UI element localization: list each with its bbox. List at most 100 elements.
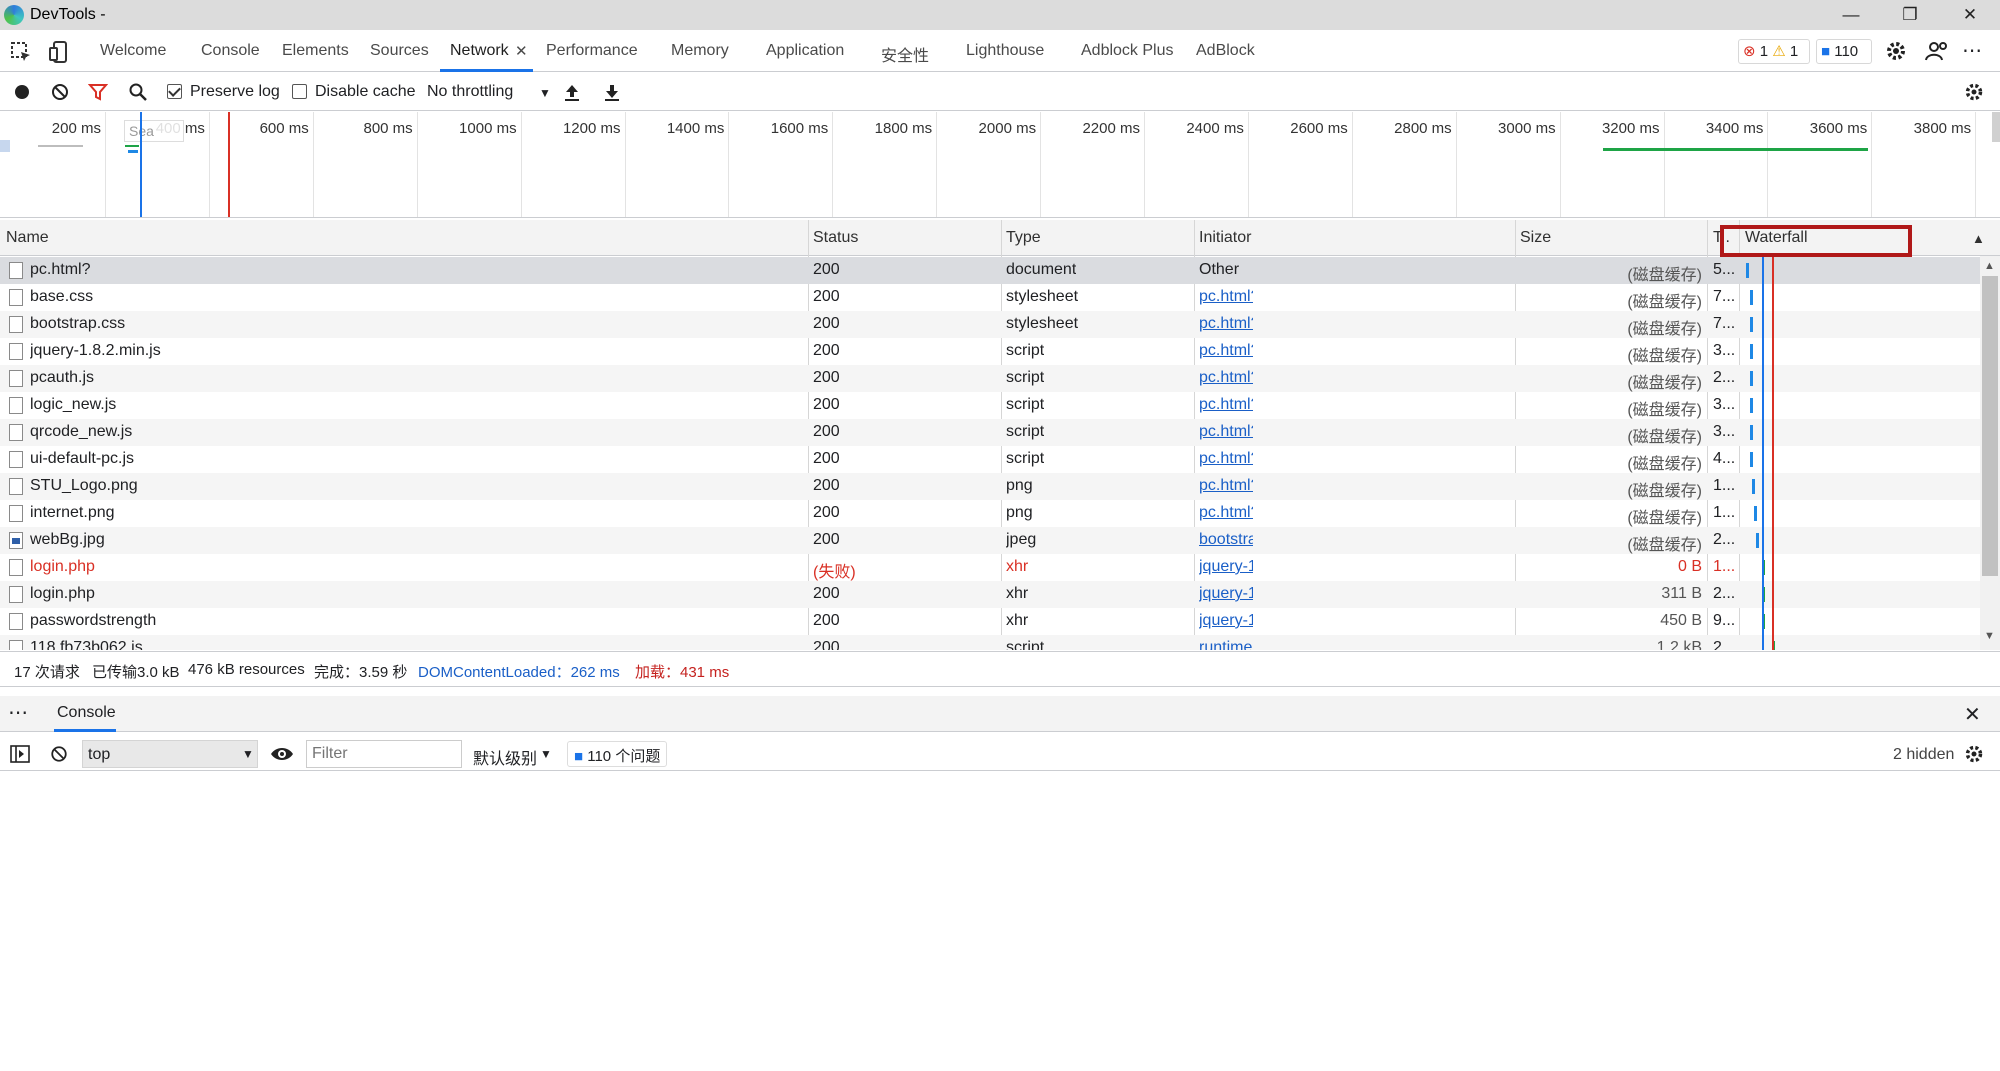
- waterfall-bar: [1754, 506, 1757, 521]
- device-emulation-icon[interactable]: [48, 40, 70, 64]
- table-row[interactable]: login.php 200 xhr jquery-1 311 B 2...: [0, 581, 1980, 608]
- tab-adblock[interactable]: AdBlock: [1196, 42, 1255, 60]
- console-issues-button[interactable]: ■ 110 个问题: [567, 741, 668, 767]
- request-time: 1...: [1713, 558, 1736, 575]
- error-count: 1: [1759, 43, 1769, 60]
- scroll-down-icon[interactable]: ▼: [1984, 630, 1995, 642]
- request-initiator[interactable]: pc.html?: [1199, 450, 1253, 468]
- restore-button[interactable]: ❐: [1885, 2, 1935, 28]
- drawer-close-icon[interactable]: ✕: [1964, 702, 1981, 727]
- clear-console-icon[interactable]: [50, 745, 68, 763]
- disable-cache-checkbox[interactable]: [292, 84, 307, 99]
- tab-network-close-icon[interactable]: ✕: [515, 42, 528, 60]
- table-row[interactable]: ui-default-pc.js 200 script pc.html? (磁盘缓存) 4…: [0, 446, 1980, 473]
- request-initiator[interactable]: pc.html?: [1199, 423, 1253, 441]
- tab-elements[interactable]: Elements: [282, 42, 349, 60]
- request-initiator[interactable]: pc.html?: [1199, 315, 1253, 333]
- preserve-log-checkbox[interactable]: [167, 84, 182, 99]
- console-output-area[interactable]: [0, 772, 2000, 1071]
- minimize-button[interactable]: —: [1826, 2, 1876, 28]
- column-header-size[interactable]: Size: [1520, 229, 1551, 247]
- throttling-dropdown-icon[interactable]: ▼: [539, 86, 551, 100]
- column-header-status[interactable]: Status: [813, 229, 858, 247]
- drawer-more-icon[interactable]: ⋯: [8, 700, 28, 725]
- live-expression-eye-icon[interactable]: [270, 745, 294, 763]
- request-initiator[interactable]: pc.html?: [1199, 396, 1253, 414]
- table-row[interactable]: 118.fb73b062.js 200 script runtime.61820007…: [0, 635, 1980, 650]
- tab-adblock-plus[interactable]: Adblock Plus: [1081, 42, 1174, 60]
- console-settings-gear-icon[interactable]: [1964, 744, 1984, 764]
- clear-icon[interactable]: [50, 82, 70, 102]
- table-row[interactable]: webBg.jpg 200 jpeg bootstra (磁盘缓存) 2...: [0, 527, 1980, 554]
- request-initiator[interactable]: bootstra: [1199, 531, 1253, 549]
- more-options-icon[interactable]: ⋯: [1962, 38, 1983, 63]
- request-initiator[interactable]: runtime.61820007.js:1: [1199, 639, 1253, 650]
- close-window-button[interactable]: ✕: [1945, 2, 1995, 28]
- table-scrollbar-thumb[interactable]: [1982, 276, 1998, 576]
- log-level-select[interactable]: 默认级别: [473, 745, 537, 769]
- export-har-icon[interactable]: [602, 82, 622, 102]
- overview-request-bar: [128, 150, 138, 153]
- tab-lighthouse[interactable]: Lighthouse: [966, 42, 1044, 60]
- inspect-element-icon[interactable]: [10, 41, 32, 63]
- tab-memory[interactable]: Memory: [671, 42, 729, 60]
- request-initiator[interactable]: jquery-1: [1199, 558, 1253, 576]
- table-row[interactable]: base.css 200 stylesheet pc.html? (磁盘缓存) 7...: [0, 284, 1980, 311]
- network-settings-gear-icon[interactable]: [1964, 82, 1984, 102]
- console-filter-input[interactable]: [306, 740, 462, 768]
- request-initiator[interactable]: jquery-1: [1199, 612, 1253, 630]
- filter-icon[interactable]: [88, 82, 108, 102]
- request-size: (磁盘缓存): [1627, 537, 1702, 554]
- overview-scrollbar[interactable]: [1992, 112, 2000, 142]
- tab-console[interactable]: Console: [201, 42, 260, 60]
- throttling-select[interactable]: No throttling: [427, 83, 513, 101]
- tab-network[interactable]: Network: [450, 42, 509, 60]
- request-initiator[interactable]: jquery-1: [1199, 585, 1253, 603]
- issues-badge[interactable]: ■ 110: [1816, 39, 1872, 64]
- search-icon[interactable]: [128, 82, 148, 102]
- request-type: xhr: [1006, 585, 1029, 602]
- show-sidebar-icon[interactable]: [10, 745, 30, 763]
- settings-gear-icon[interactable]: [1885, 40, 1907, 62]
- table-row[interactable]: qrcode_new.js 200 script pc.html? (磁盘缓存) 3...: [0, 419, 1980, 446]
- request-initiator[interactable]: pc.html?: [1199, 477, 1253, 495]
- request-size: 311 B: [1661, 585, 1702, 602]
- error-warning-badge[interactable]: ⊗ 1 ⚠ 1: [1738, 39, 1810, 64]
- request-initiator[interactable]: pc.html?: [1199, 288, 1253, 306]
- column-header-type[interactable]: Type: [1006, 229, 1041, 247]
- table-row[interactable]: STU_Logo.png 200 png pc.html? (磁盘缓存) 1...: [0, 473, 1980, 500]
- request-initiator[interactable]: pc.html?: [1199, 342, 1253, 360]
- request-type: script: [1006, 396, 1045, 413]
- file-icon: [9, 397, 23, 414]
- table-row[interactable]: internet.png 200 png pc.html? (磁盘缓存) 1...: [0, 500, 1980, 527]
- context-selector[interactable]: top ▼: [82, 740, 258, 768]
- tab-performance[interactable]: Performance: [546, 42, 638, 60]
- request-initiator[interactable]: pc.html?: [1199, 504, 1253, 522]
- network-overview[interactable]: 200 ms400 ms600 ms800 ms1000 ms1200 ms14…: [0, 112, 2000, 218]
- overview-tick-label: 2000 ms: [978, 120, 1037, 137]
- log-level-dropdown-icon[interactable]: ▼: [540, 747, 552, 761]
- column-header-initiator[interactable]: Initiator: [1199, 229, 1251, 247]
- table-row[interactable]: jquery-1.8.2.min.js 200 script pc.html? (磁盘缓…: [0, 338, 1980, 365]
- table-row[interactable]: pc.html? 200 document Other (磁盘缓存) 5...: [0, 257, 1980, 284]
- tab-welcome[interactable]: Welcome: [100, 42, 166, 60]
- table-row[interactable]: bootstrap.css 200 stylesheet pc.html? (磁盘缓存)…: [0, 311, 1980, 338]
- drawer-tab-console[interactable]: Console: [57, 704, 116, 722]
- column-header-name[interactable]: Name: [6, 229, 49, 247]
- customize-people-icon[interactable]: [1924, 40, 1948, 62]
- sort-ascending-icon[interactable]: ▲: [1972, 231, 1985, 246]
- console-issues-count: 110 个问题: [587, 748, 661, 765]
- table-row[interactable]: login.php (失败) xhr jquery-1 0 B 1...: [0, 554, 1980, 581]
- scroll-up-icon[interactable]: ▲: [1984, 260, 1995, 272]
- table-row[interactable]: passwordstrength 200 xhr jquery-1 450 B 9...: [0, 608, 1980, 635]
- request-time: 4...: [1713, 450, 1736, 467]
- record-icon[interactable]: [12, 82, 32, 102]
- tab-application[interactable]: Application: [766, 42, 844, 60]
- table-row[interactable]: logic_new.js 200 script pc.html? (磁盘缓存) 3...: [0, 392, 1980, 419]
- tab-security[interactable]: 安全性: [881, 42, 929, 66]
- table-row[interactable]: pcauth.js 200 script pc.html? (磁盘缓存) 2...: [0, 365, 1980, 392]
- tab-sources[interactable]: Sources: [370, 42, 429, 60]
- search-overlay-input[interactable]: Sea: [124, 120, 184, 142]
- import-har-icon[interactable]: [562, 82, 582, 102]
- request-initiator[interactable]: pc.html?: [1199, 369, 1253, 387]
